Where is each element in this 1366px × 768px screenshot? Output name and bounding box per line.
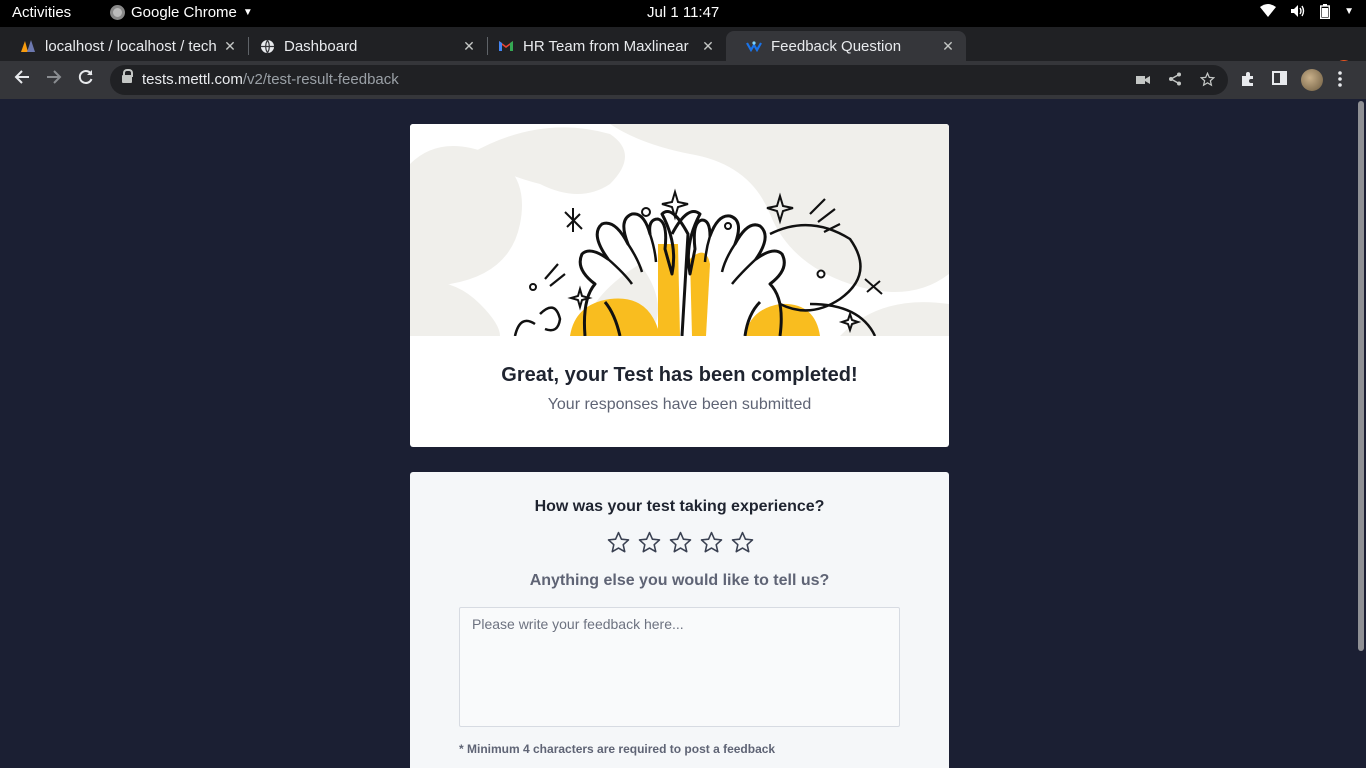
completion-heading: Great, your Test has been completed! — [501, 364, 858, 386]
system-top-bar: Activities Google Chrome ▼ Jul 1 11:47 ▼ — [0, 0, 1366, 27]
tab-title: Feedback Question — [771, 37, 902, 55]
back-arrow-icon[interactable] — [10, 69, 34, 90]
url-text[interactable]: tests.mettl.com/v2/test-result-feedback — [142, 71, 399, 88]
feedback-textarea[interactable] — [459, 607, 900, 727]
feedback-prompt: Anything else you would like to tell us? — [529, 572, 830, 589]
browser-toolbar: tests.mettl.com/v2/test-result-feedback — [0, 61, 1366, 99]
tab-localhost[interactable]: localhost / localhost / tech ✕ — [0, 31, 248, 61]
tab-title: localhost / localhost / tech — [45, 37, 217, 55]
close-tab-icon[interactable]: ✕ — [220, 38, 240, 55]
forward-arrow-icon[interactable] — [42, 69, 66, 90]
close-tab-icon[interactable]: ✕ — [938, 38, 958, 55]
feedback-card: How was your test taking experience? Any… — [410, 472, 949, 768]
scrollbar-thumb[interactable] — [1358, 101, 1364, 651]
star-2-icon[interactable] — [637, 530, 662, 555]
lock-icon[interactable] — [122, 69, 133, 84]
battery-icon — [1320, 4, 1331, 22]
share-icon[interactable] — [1168, 72, 1182, 89]
system-menu-caret-icon: ▼ — [1344, 6, 1354, 17]
system-tray[interactable]: ▼ — [1260, 4, 1354, 22]
volume-icon — [1290, 4, 1306, 22]
tab-gmail[interactable]: HR Team from Maxlinear ✕ — [478, 31, 726, 61]
completion-subheading: Your responses have been submitted — [547, 396, 812, 413]
chrome-icon — [110, 5, 125, 20]
gmail-icon — [498, 38, 514, 54]
page-scrollbar[interactable] — [1356, 99, 1366, 768]
app-menu[interactable]: Google Chrome ▼ — [110, 4, 253, 21]
app-name: Google Chrome — [131, 4, 237, 21]
mettl-icon — [746, 38, 762, 54]
bookmark-star-icon[interactable] — [1199, 71, 1216, 90]
profile-avatar[interactable] — [1301, 69, 1323, 91]
camera-icon[interactable] — [1136, 72, 1150, 88]
side-panel-icon[interactable] — [1272, 71, 1287, 89]
completion-card: Great, your Test has been completed! You… — [410, 124, 949, 447]
extensions-puzzle-icon[interactable] — [1240, 71, 1256, 91]
close-tab-icon[interactable]: ✕ — [459, 38, 479, 55]
high-five-illustration — [410, 124, 949, 337]
activities-button[interactable]: Activities — [12, 4, 71, 21]
tab-title: HR Team from Maxlinear — [523, 37, 689, 55]
address-bar[interactable]: tests.mettl.com/v2/test-result-feedback — [110, 65, 1228, 95]
star-rating[interactable] — [606, 530, 755, 555]
wifi-icon — [1260, 4, 1277, 22]
reload-icon[interactable] — [74, 69, 98, 90]
tab-strip: localhost / localhost / tech ✕ Dashboard… — [0, 27, 1366, 80]
phpmyadmin-icon — [20, 38, 36, 54]
tab-feedback-question[interactable]: Feedback Question ✕ — [726, 31, 966, 61]
caret-down-icon: ▼ — [242, 7, 253, 18]
globe-icon — [259, 38, 275, 54]
tab-dashboard[interactable]: Dashboard ✕ — [239, 31, 487, 61]
star-4-icon[interactable] — [699, 530, 724, 555]
page-content: Great, your Test has been completed! You… — [0, 99, 1366, 768]
more-menu-icon[interactable] — [1338, 71, 1342, 91]
star-1-icon[interactable] — [606, 530, 631, 555]
clock[interactable]: Jul 1 11:47 — [647, 4, 719, 21]
min-characters-note: * Minimum 4 characters are required to p… — [459, 742, 776, 756]
rating-question: How was your test taking experience? — [534, 498, 825, 515]
tab-title: Dashboard — [284, 37, 358, 55]
star-5-icon[interactable] — [730, 530, 755, 555]
close-tab-icon[interactable]: ✕ — [698, 38, 718, 55]
star-3-icon[interactable] — [668, 530, 693, 555]
